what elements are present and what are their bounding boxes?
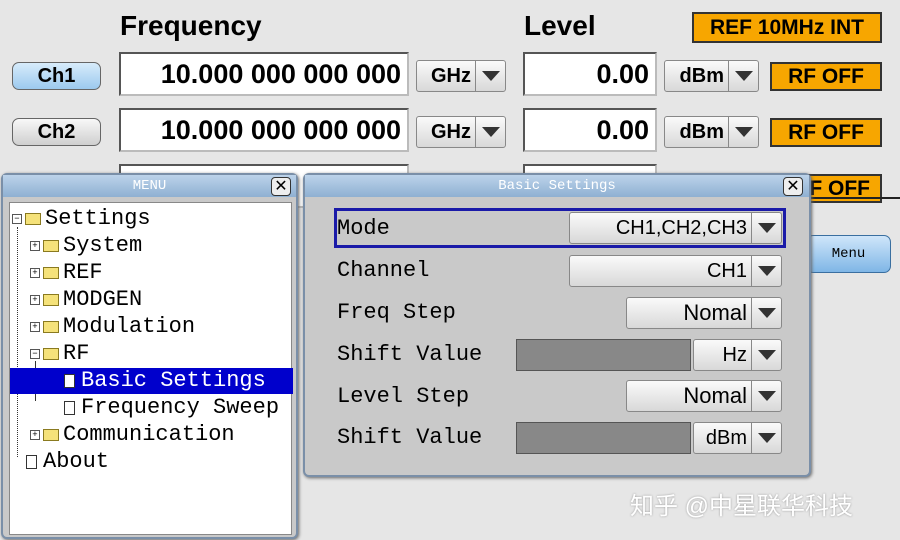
dropdown-arrow-icon — [751, 381, 781, 411]
folder-open-icon — [43, 348, 59, 360]
folder-icon — [43, 321, 59, 333]
folder-icon — [43, 294, 59, 306]
menu-tree: − Settings + System + REF + MODGEN + Modulati… — [9, 202, 293, 535]
ch2-level-field[interactable]: 0.00 — [523, 108, 657, 152]
tree-item-ref[interactable]: + REF — [30, 260, 103, 286]
mode-label: Mode — [337, 216, 390, 241]
level-shift-unit-select[interactable]: dBm — [693, 422, 782, 454]
tree-item-about[interactable]: About — [26, 449, 109, 475]
ch2-frequency-field[interactable]: 10.000 000 000 000 — [119, 108, 409, 152]
folder-icon — [43, 267, 59, 279]
item-label: Frequency Sweep — [81, 395, 280, 420]
item-label: Communication — [63, 422, 235, 447]
ch1-frequency-unit-select[interactable]: GHz — [416, 60, 506, 92]
item-label: Basic Settings — [81, 368, 266, 393]
basic-settings-window: Basic Settings ✕ Mode CH1,CH2,CH3 Channe… — [303, 173, 811, 477]
dropdown-arrow-icon — [751, 340, 781, 370]
freq-step-select[interactable]: Nomal — [626, 297, 782, 329]
ch1-frequency-field[interactable]: 10.000 000 000 000 — [119, 52, 409, 96]
ch1-level-unit-select[interactable]: dBm — [664, 60, 759, 92]
document-icon — [26, 455, 37, 469]
dropdown-arrow-icon — [751, 256, 781, 286]
select-value: Hz — [722, 343, 747, 366]
close-icon[interactable]: ✕ — [271, 177, 291, 196]
level-heading: Level — [524, 10, 596, 41]
ch1-button[interactable]: Ch1 — [12, 62, 101, 90]
tree-item-frequency-sweep[interactable]: Frequency Sweep — [64, 395, 279, 421]
channel-select[interactable]: CH1 — [569, 255, 782, 287]
tree-item-communication[interactable]: + Communication — [30, 422, 235, 448]
unit-value: GHz — [431, 64, 471, 87]
freq-shift-value-input[interactable] — [516, 339, 691, 371]
item-label: MODGEN — [63, 287, 143, 312]
select-value: dBm — [705, 426, 747, 449]
menu-window: MENU ✕ − Settings + System + REF + MODGEN + M… — [1, 173, 298, 539]
tree-item-basic-settings[interactable]: Basic Settings — [10, 368, 293, 394]
unit-value: dBm — [679, 64, 724, 87]
ch2-frequency-unit-select[interactable]: GHz — [416, 116, 506, 148]
item-label: About — [43, 449, 110, 474]
folder-icon — [43, 429, 59, 441]
item-label: Settings — [45, 206, 151, 231]
freq-step-label: Freq Step — [337, 300, 456, 325]
unit-value: dBm — [679, 120, 724, 143]
watermark: 知乎 @中星联华科技 — [630, 493, 854, 520]
tree-item-system[interactable]: + System — [30, 233, 142, 259]
ref-button[interactable]: REF 10MHz INT — [692, 12, 882, 43]
ch2-button[interactable]: Ch2 — [12, 118, 101, 146]
close-icon[interactable]: ✕ — [783, 177, 803, 196]
item-label: System — [63, 233, 143, 258]
tree-item-rf[interactable]: − RF — [30, 341, 89, 367]
dropdown-arrow-icon — [475, 117, 505, 147]
item-label: RF — [63, 341, 90, 366]
menu-title: MENU — [3, 175, 296, 197]
select-value: Nomal — [683, 300, 747, 325]
select-value: CH1 — [706, 259, 747, 282]
select-value: CH1,CH2,CH3 — [615, 216, 747, 239]
divider — [800, 197, 900, 199]
tree-item-settings[interactable]: − Settings — [12, 206, 151, 232]
level-step-label: Level Step — [337, 384, 470, 409]
dropdown-arrow-icon — [751, 423, 781, 453]
dropdown-arrow-icon — [728, 117, 758, 147]
ch2-rf-button[interactable]: RF OFF — [770, 118, 882, 147]
ch1-level-field[interactable]: 0.00 — [523, 52, 657, 96]
level-shift-value-label: Shift Value — [337, 425, 483, 450]
select-value: Nomal — [683, 383, 747, 408]
ch1-rf-button[interactable]: RF OFF — [770, 62, 882, 91]
ch2-level-unit-select[interactable]: dBm — [664, 116, 759, 148]
item-label: Modulation — [63, 314, 196, 339]
dropdown-arrow-icon — [475, 61, 505, 91]
item-label: REF — [63, 260, 103, 285]
level-step-select[interactable]: Nomal — [626, 380, 782, 412]
frequency-heading: Frequency — [120, 10, 262, 41]
dropdown-arrow-icon — [751, 298, 781, 328]
freq-shift-value-label: Shift Value — [337, 342, 483, 367]
folder-icon — [43, 240, 59, 252]
tree-item-modgen[interactable]: + MODGEN — [30, 287, 142, 313]
dropdown-arrow-icon — [728, 61, 758, 91]
unit-value: GHz — [431, 120, 471, 143]
level-shift-value-input[interactable] — [516, 422, 691, 454]
document-icon — [64, 374, 75, 388]
mode-select[interactable]: CH1,CH2,CH3 — [569, 212, 782, 244]
channel-label: Channel — [337, 258, 430, 283]
dropdown-arrow-icon — [751, 213, 781, 243]
folder-icon — [25, 213, 41, 225]
basic-settings-title: Basic Settings — [305, 175, 809, 197]
menu-button[interactable]: Menu — [806, 235, 891, 273]
tree-item-modulation[interactable]: + Modulation — [30, 314, 195, 340]
document-icon — [64, 401, 75, 415]
freq-shift-unit-select[interactable]: Hz — [693, 339, 782, 371]
